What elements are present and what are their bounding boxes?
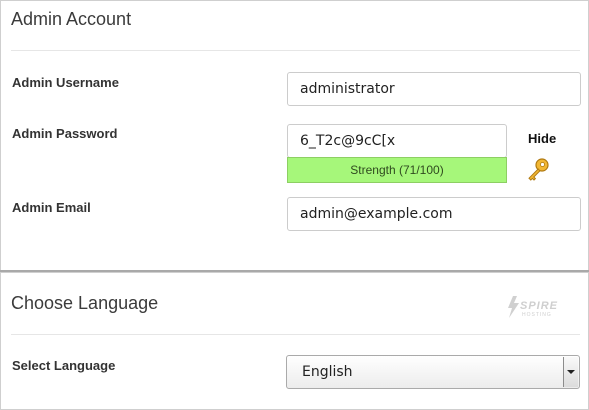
admin-password-input[interactable]: 6_T2c@9cC[x bbox=[287, 124, 507, 158]
chevron-down-icon[interactable] bbox=[563, 357, 578, 387]
admin-username-input[interactable]: administrator bbox=[287, 72, 581, 106]
choose-language-title: Choose Language bbox=[11, 293, 159, 313]
admin-account-panel: Admin Account Admin Username administrat… bbox=[0, 0, 589, 271]
admin-account-title: Admin Account bbox=[11, 9, 132, 29]
key-icon[interactable] bbox=[525, 157, 551, 183]
admin-password-label: Admin Password bbox=[12, 126, 118, 141]
select-language-label: Select Language bbox=[12, 358, 116, 373]
admin-username-label: Admin Username bbox=[12, 75, 119, 90]
section-divider bbox=[11, 334, 580, 335]
password-strength-meter: Strength (71/100) bbox=[287, 157, 507, 183]
spire-hosting-logo: SPIRE HOSTING bbox=[505, 294, 567, 320]
admin-email-input[interactable]: admin@example.com bbox=[287, 197, 581, 231]
section-divider bbox=[11, 50, 580, 51]
svg-text:SPIRE: SPIRE bbox=[520, 300, 558, 312]
language-select-value: English bbox=[302, 364, 353, 380]
language-select[interactable]: English bbox=[286, 355, 580, 389]
svg-text:HOSTING: HOSTING bbox=[522, 312, 552, 318]
choose-language-panel: Choose Language Select Language bbox=[0, 272, 589, 410]
admin-email-label: Admin Email bbox=[12, 200, 91, 215]
hide-password-link[interactable]: Hide bbox=[528, 131, 556, 146]
